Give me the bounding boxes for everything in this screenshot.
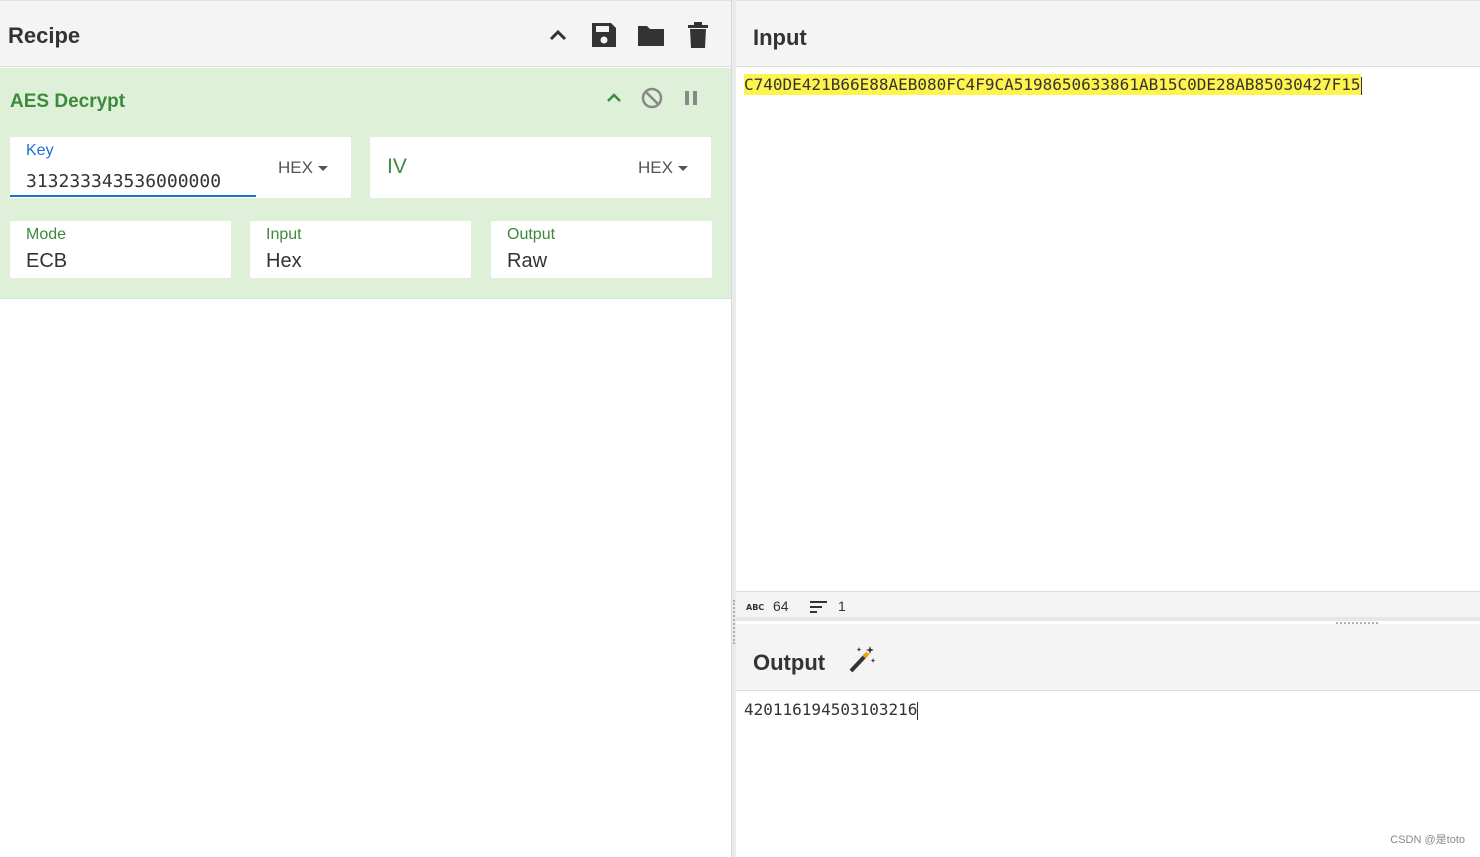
magic-wand-icon[interactable] — [847, 644, 877, 674]
operation-aes-decrypt: AES Decrypt Key HEX IV — [0, 68, 731, 299]
clear-recipe-button[interactable] — [683, 20, 713, 50]
recipe-title: Recipe — [8, 23, 81, 48]
collapse-operation-button[interactable] — [601, 85, 627, 111]
folder-icon — [638, 26, 664, 46]
text-cursor — [1360, 76, 1362, 95]
splitter-grip — [733, 600, 735, 644]
load-recipe-button[interactable] — [636, 20, 666, 50]
output-format-select[interactable]: Output Raw — [491, 221, 712, 278]
iv-type-label: HEX — [638, 158, 673, 177]
trash-icon — [688, 22, 708, 48]
lines-icon — [810, 601, 827, 613]
key-label: Key — [26, 142, 54, 159]
output-format-value: Raw — [507, 250, 548, 272]
mode-value: ECB — [26, 250, 68, 272]
iv-type-dropdown[interactable]: HEX — [638, 158, 688, 178]
abc-length-icon: ABC — [746, 603, 764, 612]
input-format-value: Hex — [266, 250, 302, 272]
input-textarea[interactable]: C740DE421B66E88AEB080FC4F9CA519865063386… — [744, 74, 1362, 95]
caret-down-icon — [317, 166, 328, 172]
iv-label: IV — [387, 155, 407, 178]
input-status-bar: ABC 64 1 — [736, 591, 1480, 624]
key-type-label: HEX — [278, 158, 313, 177]
mode-select[interactable]: Mode ECB — [10, 221, 231, 278]
save-recipe-button[interactable] — [589, 20, 619, 50]
text-cursor — [917, 701, 919, 720]
key-input-underline — [10, 195, 256, 197]
save-icon — [592, 23, 616, 47]
iv-field[interactable]: IV HEX — [370, 137, 711, 198]
output-text-value: 420116194503103216 — [744, 700, 918, 719]
chevron-up-icon — [549, 29, 567, 41]
output-textarea[interactable]: 420116194503103216 — [744, 700, 919, 720]
output-pane: Output 420116194503103216 CSDN @是toto — [736, 624, 1480, 857]
input-header: Input — [736, 1, 1480, 67]
chevron-up-icon — [607, 93, 621, 102]
mode-label: Mode — [26, 226, 67, 243]
output-title: Output — [753, 650, 826, 675]
recipe-pane: Recipe AES Decrypt Key 31323334353600000… — [0, 0, 731, 857]
input-length: 64 — [773, 598, 789, 614]
pause-icon — [685, 91, 697, 105]
key-input[interactable] — [26, 165, 256, 197]
collapse-all-button[interactable] — [543, 20, 573, 50]
operation-title: AES Decrypt — [10, 91, 126, 112]
input-format-select[interactable]: Input Hex — [250, 221, 471, 278]
key-type-dropdown[interactable]: HEX — [278, 158, 328, 178]
breakpoint-button[interactable] — [678, 85, 704, 111]
key-field: Key HEX — [10, 137, 351, 198]
input-title: Input — [753, 25, 807, 50]
disable-operation-button[interactable] — [639, 85, 665, 111]
recipe-header: Recipe — [0, 1, 731, 67]
watermark: CSDN @是toto — [1390, 834, 1465, 846]
caret-down-icon — [677, 166, 688, 172]
input-format-label: Input — [266, 226, 302, 243]
input-pane: Input C740DE421B66E88AEB080FC4F9CA519865… — [736, 0, 1480, 624]
input-lines: 1 — [838, 598, 846, 614]
input-text-value: C740DE421B66E88AEB080FC4F9CA519865063386… — [744, 74, 1361, 95]
disable-icon — [641, 87, 663, 109]
svg-text:ABC: ABC — [746, 603, 764, 612]
output-header: Output — [736, 624, 1480, 691]
output-format-label: Output — [507, 226, 556, 243]
